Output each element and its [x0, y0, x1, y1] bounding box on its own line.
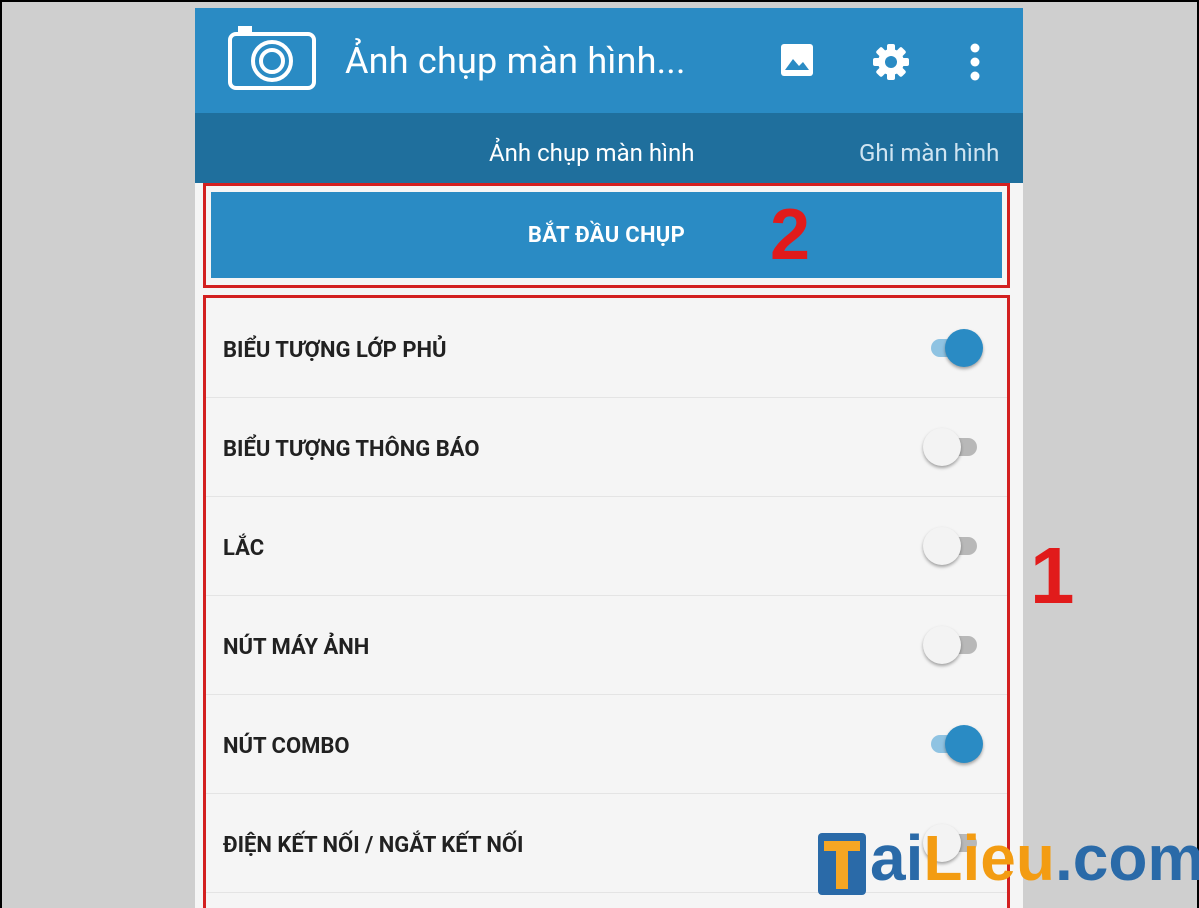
image-icon[interactable]	[780, 43, 814, 77]
toggle-thumb	[923, 626, 961, 664]
app-title: Ảnh chụp màn hình...	[345, 40, 686, 82]
setting-label: NÚT COMBO	[223, 734, 350, 759]
combo-button-toggle[interactable]	[923, 724, 985, 764]
setting-label: BIỂU TƯỢNG LỚP PHỦ	[223, 338, 447, 363]
site-watermark: ai Lieu .com	[818, 820, 1199, 895]
setting-shake[interactable]: LẮC	[206, 496, 1007, 596]
step-number-2: 2	[770, 195, 811, 275]
start-capture-button[interactable]: BẮT ĐẦU CHỤP	[211, 192, 1002, 278]
step-number-1: 1	[1030, 531, 1075, 620]
setting-label: BIỂU TƯỢNG THÔNG BÁO	[223, 437, 480, 462]
tab-screen-record[interactable]: Ghi màn hình	[859, 139, 999, 167]
setting-notification-icon[interactable]: BIỂU TƯỢNG THÔNG BÁO	[206, 397, 1007, 497]
gear-icon[interactable]	[872, 43, 910, 81]
watermark-t-logo	[818, 833, 866, 895]
toggle-thumb	[945, 329, 983, 367]
shake-toggle[interactable]	[923, 526, 985, 566]
phone-screen: Ảnh chụp màn hình... Ảnh chụp màn hình G…	[195, 8, 1023, 908]
watermark-ai: ai	[870, 822, 924, 894]
setting-label: NÚT MÁY ẢNH	[223, 635, 370, 660]
watermark-lieu: Lieu	[923, 822, 1055, 894]
setting-label: ĐIỆN KẾT NỐI / NGẮT KẾT NỐI	[223, 833, 524, 858]
tab-screenshot[interactable]: Ảnh chụp màn hình	[489, 139, 694, 167]
camera-icon	[228, 26, 316, 90]
setting-combo-button[interactable]: NÚT COMBO	[206, 694, 1007, 794]
app-bar: Ảnh chụp màn hình...	[195, 8, 1023, 113]
toggle-thumb	[945, 725, 983, 763]
setting-camera-button[interactable]: NÚT MÁY ẢNH	[206, 595, 1007, 695]
highlight-box-1: BIỂU TƯỢNG LỚP PHỦ BIỂU TƯỢNG THÔNG BÁO …	[203, 295, 1010, 908]
setting-label: LẮC	[223, 536, 265, 561]
watermark-com: .com	[1054, 822, 1199, 894]
overlay-icon-toggle[interactable]	[923, 328, 985, 368]
frame-top-border	[0, 0, 1199, 2]
highlight-box-2: BẮT ĐẦU CHỤP	[203, 183, 1010, 288]
camera-button-toggle[interactable]	[923, 625, 985, 665]
frame-left-border	[0, 0, 2, 908]
toggle-thumb	[923, 428, 961, 466]
notification-icon-toggle[interactable]	[923, 427, 985, 467]
toggle-thumb	[923, 527, 961, 565]
setting-overlay-icon[interactable]: BIỂU TƯỢNG LỚP PHỦ	[206, 298, 1007, 398]
more-vertical-icon[interactable]	[968, 43, 982, 81]
tab-bar: Ảnh chụp màn hình Ghi màn hình	[195, 113, 1023, 183]
